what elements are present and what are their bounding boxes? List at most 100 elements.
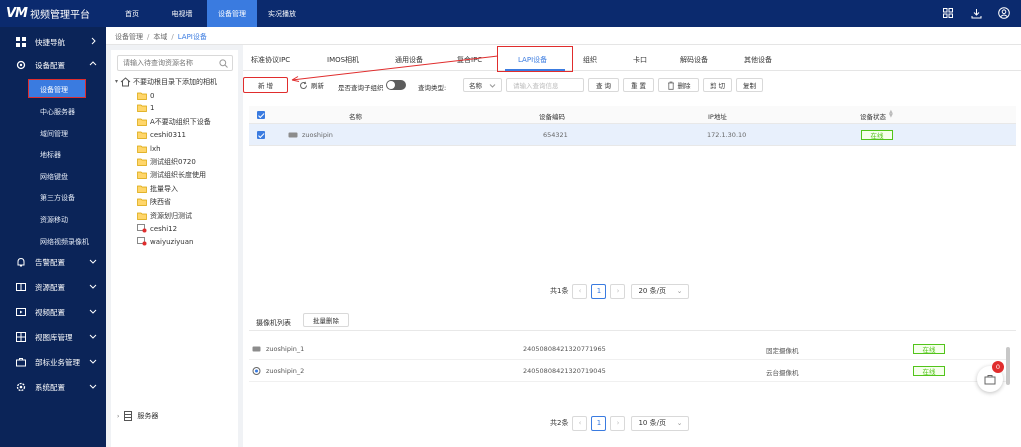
sidebar-group-video-config[interactable]: 视频配置: [0, 300, 106, 324]
sidebar-item-device-management[interactable]: 设备管理: [0, 79, 106, 100]
page-size-select[interactable]: 20 条/页 ⌄: [631, 283, 690, 299]
delete-label: 删除: [677, 82, 691, 90]
tree-search-input[interactable]: [118, 56, 218, 70]
sidebar-group-system-config[interactable]: 系统配置: [0, 375, 106, 399]
folder-icon: [137, 158, 147, 166]
tab-decoder[interactable]: 解码设备: [680, 55, 708, 65]
delete-button[interactable]: 删除: [658, 78, 699, 92]
tree-item[interactable]: 测试组织长度使用: [137, 169, 206, 180]
sidebar-group-resource-config[interactable]: 资源配置: [0, 275, 106, 299]
tab-imos-camera[interactable]: IMOS相机: [327, 55, 359, 65]
user-icon[interactable]: [997, 6, 1011, 20]
sidebar-group-device-config[interactable]: 设备配置: [0, 53, 106, 77]
sidebar: 快捷导航 设备配置 设备管理 中心服务器 域间管理 地标器 网络键盘 第三方设备…: [0, 27, 106, 447]
sidebar-item-landmark[interactable]: 地标器: [0, 144, 106, 165]
grid-icon[interactable]: [941, 6, 955, 20]
topnav-live-play[interactable]: 实况播放: [257, 0, 307, 27]
tab-standard-ipc[interactable]: 标准协议IPC: [251, 55, 290, 65]
sidebar-group-standard-business[interactable]: 部标业务管理: [0, 350, 106, 374]
next-page-button[interactable]: ›: [610, 283, 626, 299]
table-header: 名称 设备编码 IP地址 设备状态 ▲ ▼: [249, 106, 1016, 124]
sidebar-item-label: 中心服务器: [40, 108, 75, 116]
folder-icon: [137, 212, 147, 220]
tree-item[interactable]: A不要动组织下设备: [137, 116, 211, 127]
cart-icon: [984, 375, 996, 385]
tree-item[interactable]: 0: [137, 90, 154, 101]
breadcrumb-item[interactable]: 设备管理: [115, 33, 143, 41]
sidebar-item-domain-management[interactable]: 域间管理: [0, 123, 106, 144]
sidebar-group-view-library[interactable]: 视图库管理: [0, 325, 106, 349]
tree-item[interactable]: lxh: [137, 143, 161, 154]
copy-label: 复制: [743, 82, 756, 90]
topnav-tv-wall[interactable]: 电视墙: [157, 0, 207, 27]
tree-item[interactable]: 1: [137, 102, 154, 113]
next-page-button[interactable]: ›: [610, 415, 626, 431]
tree-device[interactable]: waiyuziyuan: [137, 236, 193, 247]
camera-list-title: 摄像机列表: [256, 319, 291, 327]
pager-total: 共2条: [550, 419, 569, 427]
tree-item[interactable]: 批量导入: [137, 183, 178, 194]
camera-type: 云台摄像机: [766, 369, 799, 377]
topnav-home[interactable]: 首页: [107, 0, 157, 27]
copy-button[interactable]: 复制: [736, 78, 763, 92]
batch-delete-button[interactable]: 批量删除: [303, 313, 349, 327]
folder-icon: [137, 145, 147, 153]
tab-general-device[interactable]: 通用设备: [395, 55, 423, 65]
tab-checkpoint[interactable]: 卡口: [633, 55, 647, 65]
cell-name: zuoshipin: [302, 131, 333, 139]
new-button[interactable]: 新 增: [243, 77, 288, 93]
floating-cart-button[interactable]: 0: [977, 361, 1004, 392]
page-number-button[interactable]: 1: [591, 283, 607, 299]
row-checkbox[interactable]: [257, 131, 265, 139]
query-type-select[interactable]: 名称: [463, 78, 502, 92]
tab-composite-ipc[interactable]: 复合IPC: [457, 55, 482, 65]
sidebar-item-nvr[interactable]: 网络视频录像机: [0, 231, 106, 252]
tree-item[interactable]: 测试组织0720: [137, 156, 196, 167]
tree-item[interactable]: 陕西省: [137, 196, 171, 207]
sidebar-item-network-keyboard[interactable]: 网络键盘: [0, 166, 106, 187]
tree-item[interactable]: 资源划归测试: [137, 210, 192, 221]
sidebar-item-center-server[interactable]: 中心服务器: [0, 101, 106, 122]
organization-tree-panel: ▾ 不要动根目录下添加的相机 0 1 A不要动组织下设备 ceshi0311 l…: [111, 50, 238, 447]
camera-row[interactable]: zuoshipin_2 24050808421320719045 云台摄像机 在…: [249, 360, 1009, 382]
tree-item[interactable]: ceshi0311: [137, 129, 186, 140]
topnav-device-management[interactable]: 设备管理: [207, 0, 257, 27]
folder-icon: [137, 185, 147, 193]
cut-button[interactable]: 剪 切: [703, 78, 732, 92]
sidebar-group-alarm-config[interactable]: 告警配置: [0, 250, 106, 274]
app-logo[interactable]: VM 视频管理平台: [6, 6, 90, 21]
camera-row[interactable]: zuoshipin_1 24050808421320771965 固定摄像机 在…: [249, 338, 1009, 360]
scrollbar[interactable]: [1006, 347, 1010, 385]
table-row[interactable]: zuoshipin 654321 172.1.30.10 在线: [249, 124, 1016, 146]
home-icon: [120, 76, 131, 86]
sidebar-group-quick-nav[interactable]: 快捷导航: [0, 30, 106, 54]
include-sub-toggle[interactable]: [386, 80, 406, 90]
sidebar-item-resource-move[interactable]: 资源移动: [0, 209, 106, 230]
prev-page-button[interactable]: ‹: [572, 283, 588, 299]
top-bar: VM 视频管理平台 首页 电视墙 设备管理 实况播放: [0, 0, 1021, 27]
camera-list-header: 摄像机列表 批量删除: [249, 311, 1016, 331]
prev-page-button[interactable]: ‹: [572, 415, 588, 431]
tab-organization[interactable]: 组织: [583, 55, 597, 65]
sidebar-item-third-party-device[interactable]: 第三方设备: [0, 187, 106, 208]
select-all-checkbox[interactable]: [257, 111, 265, 119]
breadcrumb-item[interactable]: 本域: [153, 33, 167, 41]
page-number-button[interactable]: 1: [591, 415, 607, 431]
tree-server-node[interactable]: › 服务器: [117, 411, 158, 421]
download-icon[interactable]: [969, 6, 983, 20]
tab-other-devices[interactable]: 其他设备: [744, 55, 772, 65]
query-label: 查 询: [595, 82, 612, 90]
page-size-select[interactable]: 10 条/页 ⌄: [631, 415, 690, 431]
tree-search[interactable]: [117, 55, 233, 71]
query-button[interactable]: 查 询: [588, 78, 619, 92]
sort-icon[interactable]: ▲ ▼: [889, 110, 893, 119]
tree-root[interactable]: ▾ 不要动根目录下添加的相机: [115, 76, 217, 87]
reset-button[interactable]: 重 置: [623, 78, 654, 92]
breadcrumb: 设备管理 / 本域 / LAPI设备: [106, 27, 1021, 45]
search-icon[interactable]: [219, 59, 228, 68]
column-header-status[interactable]: 设备状态: [860, 111, 886, 121]
refresh-button[interactable]: 刷新: [296, 78, 327, 92]
query-input[interactable]: 请输入查询信息: [506, 78, 584, 92]
tree-device[interactable]: ceshi12: [137, 223, 177, 234]
sidebar-item-label: 第三方设备: [40, 194, 75, 202]
